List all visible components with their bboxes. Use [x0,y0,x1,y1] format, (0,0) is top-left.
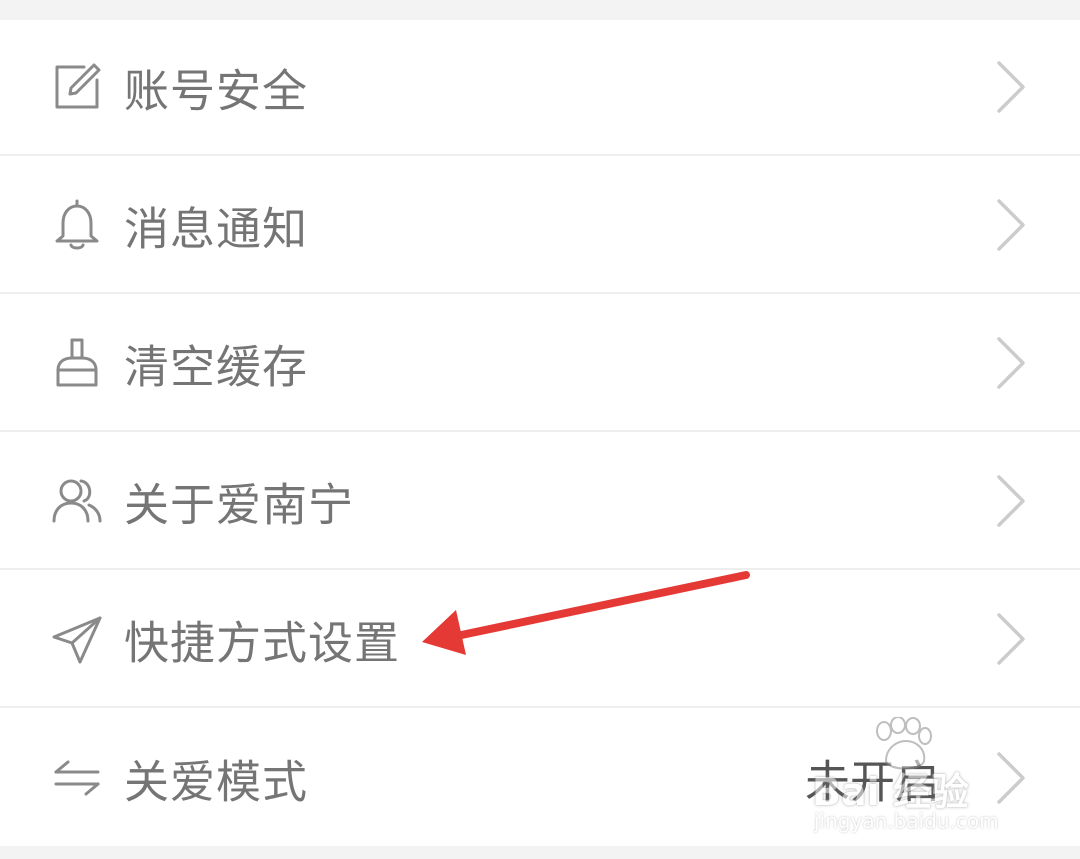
settings-item-about[interactable]: 关于爱南宁 [0,434,1080,570]
chevron-right-icon [994,335,1028,391]
settings-item-label: 快捷方式设置 [124,616,401,670]
chevron-right-icon [994,611,1028,667]
settings-item-label: 清空缓存 [124,340,309,394]
settings-item-label: 账号安全 [124,64,309,118]
settings-item-care-mode[interactable]: 关爱模式 未开启 [0,710,1080,846]
swap-arrows-icon [50,751,104,805]
settings-item-notifications[interactable]: 消息通知 [0,158,1080,294]
settings-item-value: 未开启 [804,755,940,809]
settings-list: 账号安全 消息通知 清空缓存 关于爱南宁 快捷方式设置 关爱模式 未开启 [0,20,1080,846]
users-icon [50,474,104,528]
send-icon [50,612,104,666]
settings-item-label: 关爱模式 [124,755,309,809]
settings-item-account-security[interactable]: 账号安全 [0,20,1080,156]
edit-icon [50,60,104,114]
settings-item-clear-cache[interactable]: 清空缓存 [0,296,1080,432]
settings-item-shortcut-settings[interactable]: 快捷方式设置 [0,572,1080,708]
chevron-right-icon [994,750,1028,806]
chevron-right-icon [994,59,1028,115]
settings-item-label: 消息通知 [124,202,309,256]
settings-item-label: 关于爱南宁 [124,478,355,532]
chevron-right-icon [994,473,1028,529]
bell-icon [50,198,104,252]
broom-icon [50,336,104,390]
chevron-right-icon [994,197,1028,253]
